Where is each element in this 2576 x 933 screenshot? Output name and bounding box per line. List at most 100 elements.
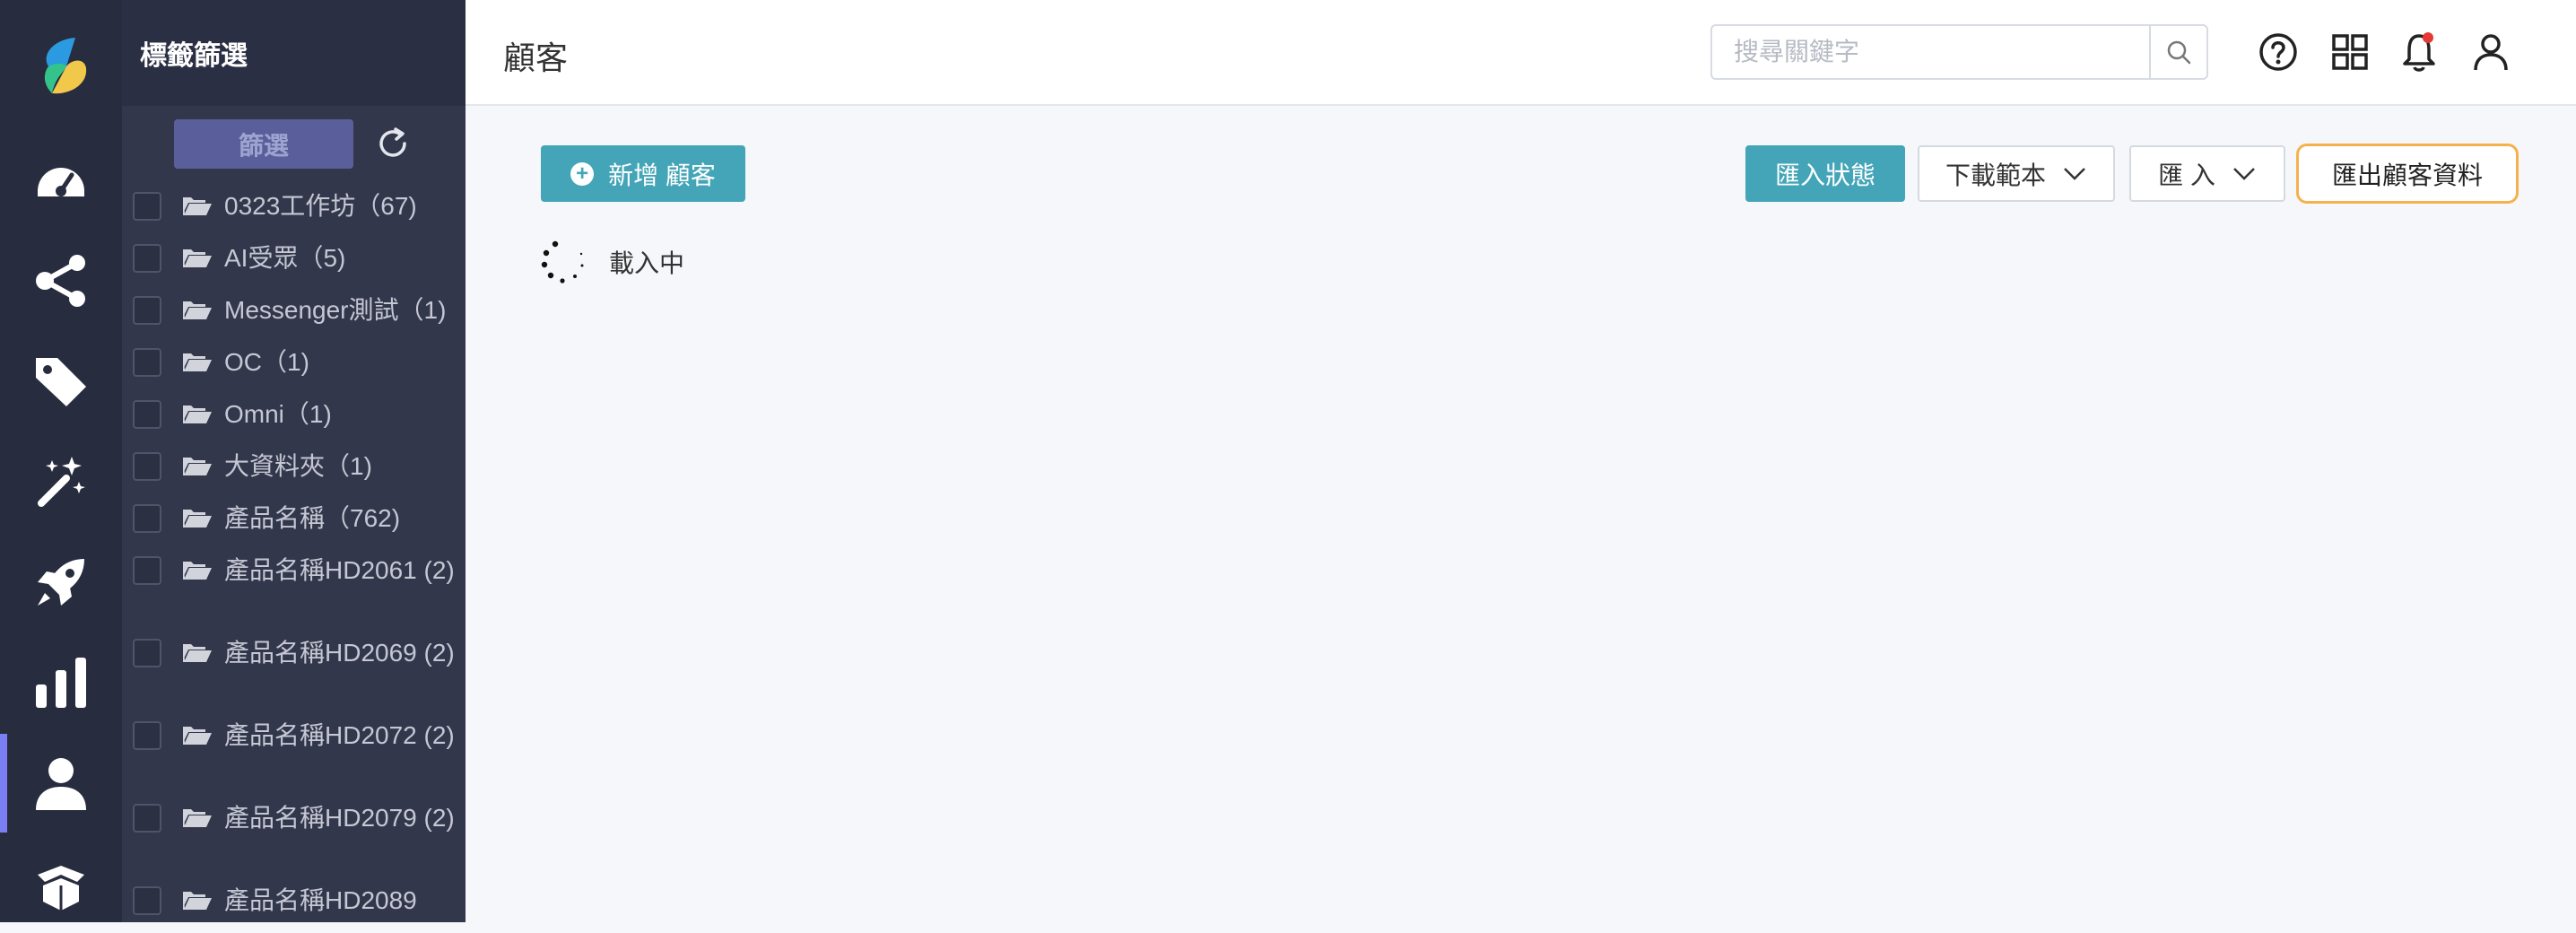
nav-flow[interactable]	[0, 231, 122, 330]
tag-item[interactable]: 產品名稱HD2069 (2)	[122, 631, 466, 702]
loading-spinner-icon	[541, 240, 584, 283]
tag-text: 0323工作坊（67)	[181, 191, 457, 221]
add-customer-button[interactable]: + 新增 顧客	[541, 145, 745, 202]
speedometer-icon	[38, 168, 84, 196]
tag-checkbox[interactable]	[133, 504, 161, 533]
folder-open-icon	[183, 458, 212, 475]
user-icon	[36, 758, 86, 810]
tag-checkbox[interactable]	[133, 639, 161, 667]
tag-text: Omni（1)	[181, 399, 457, 429]
tag-text: OC（1)	[181, 347, 457, 377]
folder-open-icon	[183, 727, 212, 745]
main-content: + 新增 顧客 匯入狀態 下載範本 匯 入 匯出顧客資料 載入中	[466, 106, 2576, 922]
folder-open-icon	[183, 892, 212, 910]
tag-text: 產品名稱HD2079 (2)	[181, 803, 457, 833]
tag-checkbox[interactable]	[133, 721, 161, 750]
tag-checkbox[interactable]	[133, 296, 161, 325]
tag-checkbox[interactable]	[133, 348, 161, 377]
folder-open-icon	[183, 809, 212, 827]
tag-label: 產品名稱HD2069 (2)	[224, 639, 455, 667]
tag-text: Messenger測試（1)	[181, 295, 457, 325]
magic-wand-icon	[38, 457, 85, 507]
search-input[interactable]	[1732, 37, 2130, 67]
search-button[interactable]	[2149, 26, 2206, 78]
folder-open-icon	[183, 510, 212, 528]
folder-open-icon	[183, 644, 212, 662]
notification-dot	[2423, 32, 2433, 43]
rocket-icon	[38, 559, 84, 606]
tag-icon	[36, 358, 86, 406]
share-nodes-icon	[36, 255, 85, 307]
folder-open-icon	[183, 197, 212, 215]
export-customers-button[interactable]: 匯出顧客資料	[2296, 144, 2519, 204]
folder-open-icon	[183, 301, 212, 319]
tag-label: 產品名稱HD2089	[224, 886, 417, 914]
open-box-icon	[38, 866, 84, 911]
nav-analytics[interactable]	[0, 633, 122, 732]
tag-text: AI受眾（5)	[181, 243, 457, 273]
account-icon[interactable]	[2469, 31, 2512, 74]
tag-item[interactable]: 產品名稱HD2079 (2)	[122, 796, 466, 868]
nav-dashboard[interactable]	[0, 131, 122, 230]
tag-text: 產品名稱（762)	[181, 503, 457, 533]
tag-label: AI受眾（5)	[224, 244, 346, 272]
tag-label: 產品名稱HD2061 (2)	[224, 556, 455, 584]
tag-text: 產品名稱HD2072 (2)	[181, 720, 457, 750]
tag-label: Messenger測試（1)	[224, 296, 447, 324]
chevron-down-icon	[2233, 167, 2255, 180]
download-template-label: 下載範本	[1945, 161, 2046, 189]
tag-label: 大資料夾（1)	[224, 452, 372, 480]
tag-checkbox[interactable]	[133, 804, 161, 833]
nav-rail	[0, 0, 122, 922]
tag-checkbox[interactable]	[133, 452, 161, 481]
tag-item[interactable]: 產品名稱HD2061 (2)	[122, 548, 466, 620]
search-box	[1710, 24, 2208, 80]
tag-label: 產品名稱HD2072 (2)	[224, 721, 455, 749]
loading-text: 載入中	[609, 249, 685, 277]
bell-icon[interactable]	[2398, 31, 2441, 74]
folder-open-icon	[183, 249, 212, 267]
app-logo-icon[interactable]	[36, 32, 91, 99]
import-dropdown[interactable]: 匯 入	[2129, 145, 2285, 202]
nav-launch[interactable]	[0, 533, 122, 632]
tag-checkbox[interactable]	[133, 556, 161, 585]
tag-label: 產品名稱HD2079 (2)	[224, 804, 455, 832]
plus-circle-icon: +	[570, 161, 595, 186]
search-icon	[2167, 40, 2191, 65]
bar-chart-icon	[36, 658, 86, 708]
folder-open-icon	[183, 353, 212, 371]
page-title: 顧客	[503, 39, 569, 76]
tag-filter-panel: 標籤篩選 篩選 0323工作坊（67) AI受眾（5) Messenger測試（1)…	[122, 0, 466, 922]
apps-grid-icon[interactable]	[2328, 31, 2371, 74]
tag-text: 產品名稱HD2069 (2)	[181, 638, 457, 667]
tag-checkbox[interactable]	[133, 244, 161, 273]
tag-label: 0323工作坊（67)	[224, 192, 417, 220]
help-icon[interactable]	[2257, 31, 2300, 74]
tag-item[interactable]: 產品名稱HD2072 (2)	[122, 713, 466, 785]
tag-checkbox[interactable]	[133, 886, 161, 915]
top-bar: 顧客	[466, 0, 2576, 106]
tag-text: 產品名稱HD2061 (2)	[181, 555, 457, 585]
folder-open-icon	[183, 562, 212, 580]
nav-products[interactable]	[0, 834, 122, 933]
panel-title: 標籤篩選	[122, 0, 466, 106]
tag-label: Omni（1)	[224, 400, 332, 428]
chevron-down-icon	[2064, 167, 2085, 180]
tag-checkbox[interactable]	[133, 400, 161, 429]
add-customer-label: 新增 顧客	[608, 161, 716, 189]
tag-text: 產品名稱HD2089	[181, 885, 457, 915]
import-status-button[interactable]: 匯入狀態	[1745, 145, 1905, 202]
nav-customers[interactable]	[0, 734, 122, 833]
filter-button[interactable]: 篩選	[174, 119, 353, 169]
folder-open-icon	[183, 405, 212, 423]
nav-tags[interactable]	[0, 332, 122, 431]
tag-label: 產品名稱（762)	[224, 504, 401, 532]
loading-indicator: 載入中	[539, 237, 684, 287]
tag-label: OC（1)	[224, 348, 309, 376]
tag-checkbox[interactable]	[133, 192, 161, 221]
import-label: 匯 入	[2158, 161, 2215, 189]
refresh-icon[interactable]	[375, 126, 411, 161]
download-template-dropdown[interactable]: 下載範本	[1918, 145, 2115, 202]
tag-item[interactable]: 產品名稱HD2089	[122, 878, 466, 922]
nav-magic[interactable]	[0, 432, 122, 531]
